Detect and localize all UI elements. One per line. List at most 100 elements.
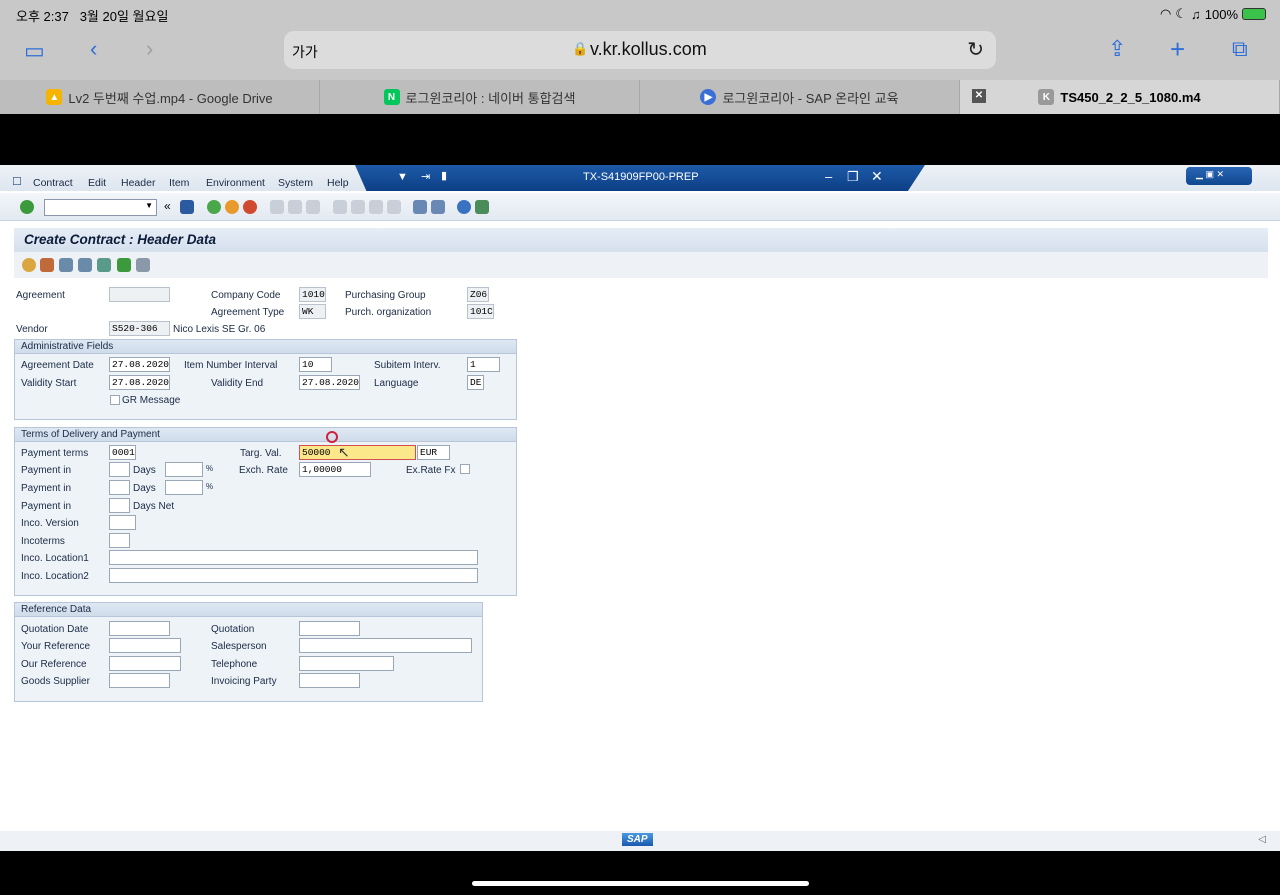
new-session-icon[interactable] xyxy=(413,200,427,214)
text-size-button[interactable]: 가가 xyxy=(292,42,318,62)
command-field[interactable]: ▼ xyxy=(44,199,157,216)
save-icon[interactable] xyxy=(180,200,194,214)
exch-rate-field[interactable]: 1,00000 xyxy=(299,462,371,477)
payment-terms-field[interactable]: 0001 xyxy=(109,445,136,460)
back-icon[interactable] xyxy=(207,200,221,214)
share-icon[interactable]: ⇪ xyxy=(1108,36,1126,62)
payment-in-pct-2[interactable] xyxy=(165,480,203,495)
forward-icon[interactable]: › xyxy=(146,36,153,62)
agreement-date-field[interactable]: 27.08.2020 xyxy=(109,357,170,372)
our-reference-field[interactable] xyxy=(109,656,181,671)
payment-in-days-net[interactable] xyxy=(109,498,130,513)
system-title: TX-S41909FP00-PREP xyxy=(583,171,699,183)
close-tab-icon[interactable]: ✕ xyxy=(972,89,986,103)
dropdown-icon[interactable]: ▼ xyxy=(397,171,408,183)
quotation-field[interactable] xyxy=(299,621,360,636)
payment-in-days-1[interactable] xyxy=(109,462,130,477)
enter-icon[interactable] xyxy=(20,200,34,214)
vendor-icon[interactable] xyxy=(22,258,36,272)
find-next-icon[interactable] xyxy=(306,200,320,214)
exit-icon[interactable] xyxy=(225,200,239,214)
header-details-icon[interactable] xyxy=(78,258,92,272)
find-icon[interactable] xyxy=(288,200,302,214)
validity-start-field[interactable]: 27.08.2020 xyxy=(109,375,170,390)
print-preview-icon[interactable] xyxy=(136,258,150,272)
flag-icon[interactable] xyxy=(117,258,131,272)
menu-item[interactable]: Item xyxy=(169,177,189,189)
tab-sap-course[interactable]: ▶ 로그윈코리아 - SAP 온라인 교육 xyxy=(640,80,960,114)
print-icon[interactable] xyxy=(270,200,284,214)
inco-version-field[interactable] xyxy=(109,515,136,530)
tab-google-drive[interactable]: ▲ Lv2 두번째 수업.mp4 - Google Drive xyxy=(0,80,320,114)
tabs-overview-icon[interactable]: ⧉ xyxy=(1232,36,1248,62)
next-page-icon[interactable] xyxy=(369,200,383,214)
gr-message-checkbox[interactable] xyxy=(110,395,120,405)
exrate-fx-checkbox[interactable] xyxy=(460,464,470,474)
win-maximize-icon[interactable]: ▣ xyxy=(1205,169,1214,179)
quotation-date-field[interactable] xyxy=(109,621,170,636)
partners-icon[interactable] xyxy=(97,258,111,272)
previous-page-icon[interactable] xyxy=(351,200,365,214)
item-interval-field[interactable]: 10 xyxy=(299,357,332,372)
menu-contract[interactable]: Contract xyxy=(33,177,73,189)
win-close-icon[interactable]: ✕ xyxy=(1216,169,1224,179)
language-field[interactable]: DE xyxy=(467,375,484,390)
your-reference-field[interactable] xyxy=(109,638,181,653)
subitem-label: Subitem Interv. xyxy=(374,360,441,371)
tab-label: Lv2 두번째 수업.mp4 - Google Drive xyxy=(68,90,273,106)
layout-icon[interactable]: ⇥ xyxy=(421,170,430,183)
headphones-icon: ♫ xyxy=(1191,6,1201,22)
inco-location2-label: Inco. Location2 xyxy=(21,571,89,582)
restore-icon[interactable]: ❐ xyxy=(847,169,859,185)
chevron-down-icon[interactable]: ▼ xyxy=(145,201,153,210)
new-tab-icon[interactable]: + xyxy=(1170,34,1185,65)
back-icon[interactable]: ‹ xyxy=(90,36,97,62)
tab-label: 로그윈코리아 : 네이버 통합검색 xyxy=(405,90,576,106)
layout-menu-icon[interactable] xyxy=(475,200,489,214)
reference-data-title: Reference Data xyxy=(15,603,482,617)
days-label-2: Days xyxy=(133,483,156,494)
back-arrow-icon[interactable]: « xyxy=(164,199,171,213)
status-expand-icon[interactable]: ◁ xyxy=(1258,834,1266,845)
subitem-field[interactable]: 1 xyxy=(467,357,500,372)
tab-naver[interactable]: N 로그윈코리아 : 네이버 통합검색 xyxy=(320,80,640,114)
menu-system[interactable]: System xyxy=(278,177,313,189)
goods-supplier-field[interactable] xyxy=(109,673,170,688)
payment-in-days-2[interactable] xyxy=(109,480,130,495)
invoicing-party-field[interactable] xyxy=(299,673,360,688)
menu-icon[interactable]: ☐ xyxy=(12,175,22,188)
edit-texts-icon[interactable] xyxy=(59,258,73,272)
validity-end-field[interactable]: 27.08.2020 xyxy=(299,375,360,390)
payment-in-label-1: Payment in xyxy=(21,465,72,476)
sidebar-icon[interactable]: ▭ xyxy=(24,38,45,64)
menu-help[interactable]: Help xyxy=(327,177,349,189)
pct-label-2: % xyxy=(206,482,214,491)
inco-location1-field[interactable] xyxy=(109,550,478,565)
help-icon[interactable] xyxy=(457,200,471,214)
salesperson-field[interactable] xyxy=(299,638,472,653)
organization-icon[interactable] xyxy=(40,258,54,272)
your-reference-label: Your Reference xyxy=(21,641,91,652)
cancel-icon[interactable] xyxy=(243,200,257,214)
reload-icon[interactable]: ↻ xyxy=(967,37,984,62)
close-icon[interactable]: ✕ xyxy=(871,168,883,185)
menu-header[interactable]: Header xyxy=(121,177,155,189)
shortcut-icon[interactable] xyxy=(431,200,445,214)
address-bar[interactable]: 가가 🔒 v.kr.kollus.com ↻ xyxy=(284,31,996,69)
inco-location2-field[interactable] xyxy=(109,568,478,583)
purch-org-field: 101C xyxy=(467,304,494,319)
telephone-field[interactable] xyxy=(299,656,394,671)
agreement-type-field: WK xyxy=(299,304,326,319)
payment-in-pct-1[interactable] xyxy=(165,462,203,477)
first-page-icon[interactable] xyxy=(333,200,347,214)
tab-video[interactable]: ✕ K TS450_2_2_5_1080.m4 xyxy=(960,80,1280,114)
menu-environment[interactable]: Environment xyxy=(206,177,265,189)
last-page-icon[interactable] xyxy=(387,200,401,214)
incoterms-field[interactable] xyxy=(109,533,130,548)
win-minimize-icon[interactable]: ▁ xyxy=(1196,169,1203,179)
currency-field[interactable]: EUR xyxy=(417,445,450,460)
minimize-icon[interactable]: – xyxy=(825,169,832,184)
menu-edit[interactable]: Edit xyxy=(88,177,106,189)
target-value-field[interactable]: 50000 xyxy=(299,445,416,460)
admin-fields-group: Administrative Fields xyxy=(14,339,517,420)
